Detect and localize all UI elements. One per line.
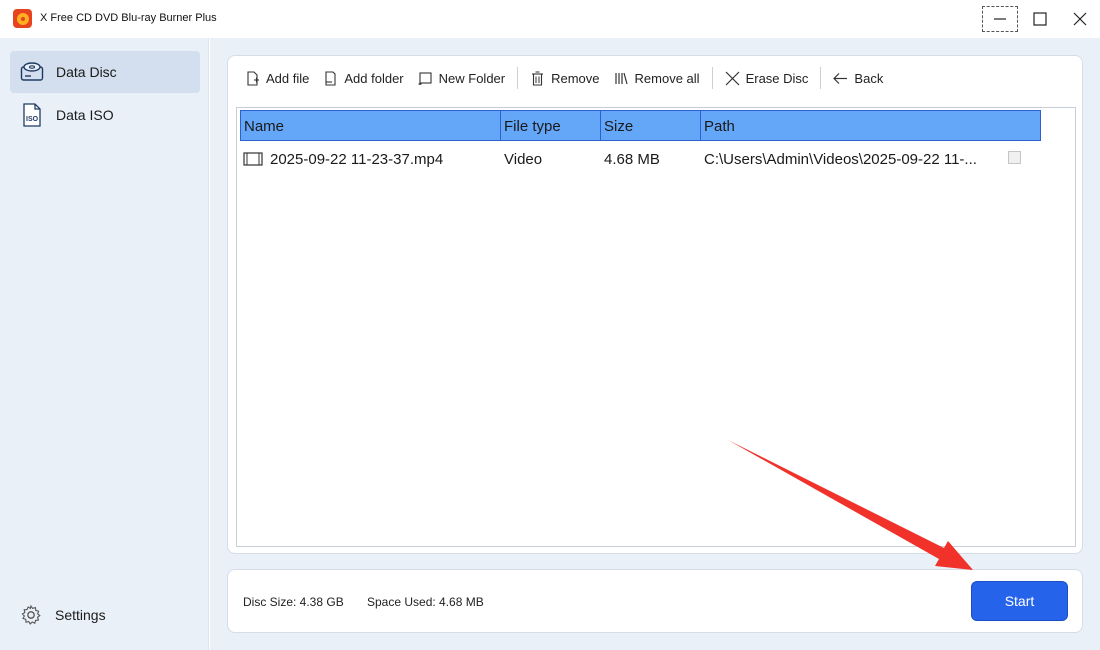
sidebar-item-label: Data ISO — [56, 107, 114, 123]
close-button[interactable] — [1062, 6, 1098, 32]
cell-size: 4.68 MB — [604, 151, 660, 168]
title-bar: X Free CD DVD Blu-ray Burner Plus — [0, 0, 1100, 38]
sidebar: Data Disc ISO Data ISO Settings — [0, 38, 209, 650]
toolbar-divider — [517, 67, 519, 89]
data-disc-icon — [20, 60, 44, 84]
add-file-icon — [245, 70, 260, 86]
table-header: Name File type Size Path — [240, 110, 1041, 141]
column-header-name[interactable]: Name — [240, 110, 501, 141]
remove-all-label: Remove all — [634, 70, 700, 86]
add-folder-label: Add folder — [344, 70, 404, 86]
remove-label: Remove — [551, 70, 600, 86]
minimize-icon — [994, 18, 1006, 20]
column-header-path[interactable]: Path — [700, 110, 1041, 141]
erase-disc-button[interactable]: Erase Disc — [718, 66, 816, 90]
sidebar-item-data-iso[interactable]: ISO Data ISO — [10, 94, 200, 136]
new-folder-icon — [418, 71, 433, 86]
erase-icon — [725, 71, 740, 86]
maximize-icon — [1033, 12, 1047, 26]
close-icon — [1073, 12, 1087, 26]
app-logo-icon — [13, 9, 32, 28]
status-footer: Disc Size: 4.38 GB Space Used: 4.68 MB S… — [227, 569, 1083, 633]
video-file-icon — [243, 152, 263, 166]
toolbar: Add file Add folder New Folder Remove Re… — [238, 66, 890, 90]
minimize-button[interactable] — [982, 6, 1018, 32]
back-label: Back — [854, 70, 884, 86]
maximize-button[interactable] — [1022, 6, 1058, 32]
settings-label: Settings — [55, 607, 106, 623]
remove-all-button[interactable]: Remove all — [607, 66, 707, 90]
disc-size-text: Disc Size: 4.38 GB — [243, 595, 344, 609]
add-file-button[interactable]: Add file — [238, 66, 316, 90]
column-header-file-type[interactable]: File type — [500, 110, 601, 141]
arrow-left-icon — [833, 71, 848, 86]
file-panel: Add file Add folder New Folder Remove Re… — [227, 55, 1083, 554]
cell-file-type: Video — [504, 151, 543, 168]
column-header-size[interactable]: Size — [600, 110, 701, 141]
add-folder-icon — [323, 70, 338, 86]
sidebar-item-settings[interactable]: Settings — [20, 604, 106, 626]
trash-icon — [530, 71, 545, 86]
iso-icon: ISO — [20, 103, 44, 127]
add-file-label: Add file — [266, 70, 310, 86]
file-name: 2025-09-22 11-23-37.mp4 — [270, 151, 444, 168]
cell-path: C:\Users\Admin\Videos\2025-09-22 11-... — [704, 151, 977, 168]
file-list[interactable]: Name File type Size Path 2025-09-22 11-2… — [236, 107, 1076, 547]
gear-icon — [21, 604, 41, 625]
row-checkbox[interactable] — [1008, 151, 1021, 164]
start-button[interactable]: Start — [971, 581, 1068, 621]
main-area: Add file Add folder New Folder Remove Re… — [210, 38, 1100, 650]
table-row[interactable]: 2025-09-22 11-23-37.mp4 Video 4.68 MB C:… — [240, 146, 1010, 172]
erase-disc-label: Erase Disc — [745, 70, 809, 86]
sidebar-item-data-disc[interactable]: Data Disc — [10, 51, 200, 93]
new-folder-button[interactable]: New Folder — [411, 66, 512, 90]
svg-text:ISO: ISO — [26, 116, 39, 123]
space-used-text: Space Used: 4.68 MB — [367, 595, 484, 609]
toolbar-divider — [820, 67, 822, 89]
new-folder-label: New Folder — [438, 70, 506, 86]
app-title: X Free CD DVD Blu-ray Burner Plus — [40, 12, 217, 24]
cell-name: 2025-09-22 11-23-37.mp4 — [240, 146, 500, 172]
back-button[interactable]: Back — [826, 66, 890, 90]
sidebar-item-label: Data Disc — [56, 64, 117, 80]
add-folder-button[interactable]: Add folder — [316, 66, 410, 90]
remove-button[interactable]: Remove — [523, 66, 606, 90]
toolbar-divider — [711, 67, 713, 89]
remove-all-icon — [614, 71, 629, 86]
